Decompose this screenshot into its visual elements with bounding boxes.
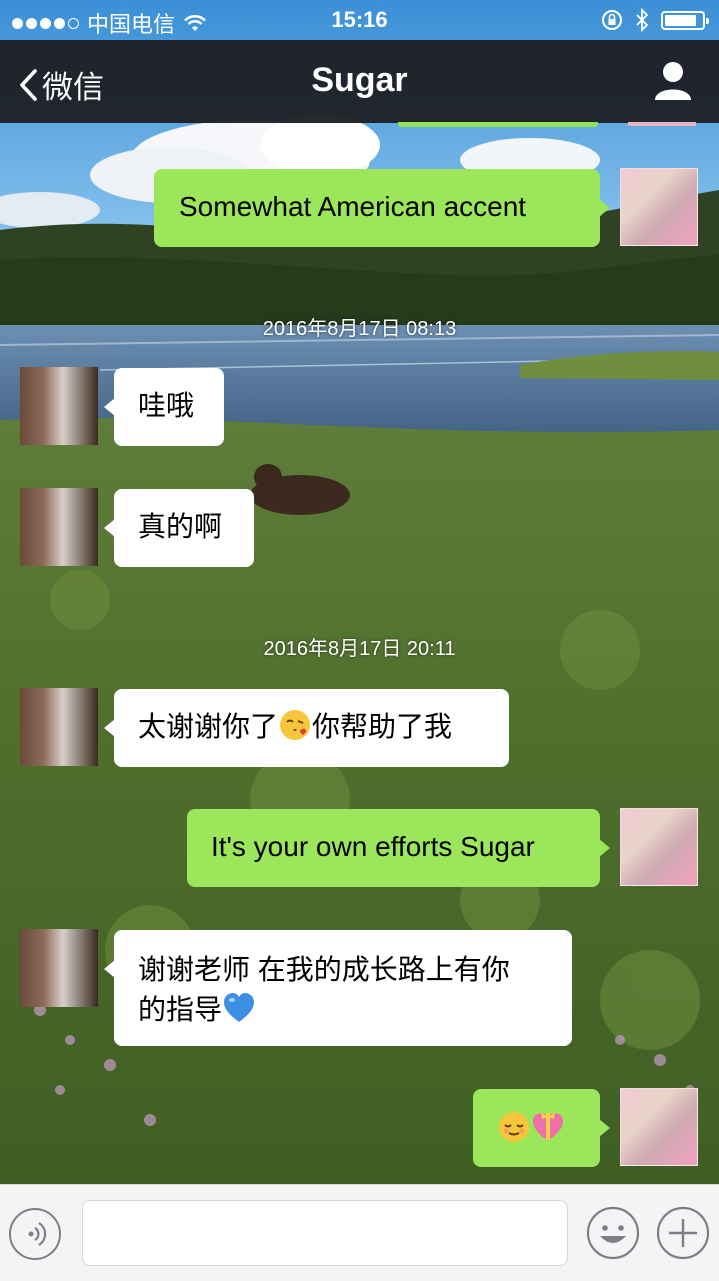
person-icon	[655, 62, 691, 100]
message-text: It's your own efforts Sugar	[211, 831, 535, 862]
contact-avatar[interactable]	[20, 929, 98, 1007]
message-text-line: 谢谢老师 在我的成长路上有你	[138, 954, 510, 985]
previous-message-edge	[398, 122, 598, 127]
bluetooth-icon	[636, 8, 649, 32]
status-bar-right	[601, 8, 709, 32]
kissing-face-emoji	[280, 710, 311, 740]
message-bubble-incoming[interactable]: 哇哦	[104, 368, 224, 446]
message-bubble-outgoing[interactable]: It's your own efforts Sugar	[187, 809, 610, 887]
my-avatar[interactable]	[620, 808, 698, 886]
contact-avatar[interactable]	[20, 488, 98, 566]
smiley-face-icon	[586, 1206, 640, 1260]
message-timestamp: 2016年8月17日 20:11	[0, 632, 719, 661]
status-bar: 中国电信 15:16	[0, 0, 719, 40]
message-bubble-incoming[interactable]: 真的啊	[104, 489, 254, 567]
message-text: 你帮助了我	[312, 711, 453, 742]
my-avatar[interactable]	[620, 168, 698, 246]
relieved-face-emoji	[499, 1112, 529, 1142]
more-options-button[interactable]	[656, 1206, 710, 1260]
message-input-bar	[0, 1184, 719, 1281]
timestamp-text: 2016年8月17日 20:11	[263, 638, 456, 660]
message-bubble-outgoing[interactable]: Somewhat American accent	[154, 169, 610, 247]
emoji-button[interactable]	[586, 1206, 640, 1260]
message-text-input[interactable]	[82, 1200, 568, 1266]
message-text: 的指导	[138, 994, 223, 1025]
blue-heart-emoji	[224, 993, 255, 1022]
message-text: Somewhat American accent	[179, 191, 527, 222]
message-text: 真的啊	[138, 511, 223, 542]
message-bubble-outgoing[interactable]	[473, 1089, 610, 1167]
message-timestamp: 2016年8月17日 08:13	[0, 312, 719, 341]
heart-with-ribbon-emoji	[533, 1112, 563, 1141]
contact-avatar[interactable]	[20, 367, 98, 445]
message-text: 太谢谢你了	[138, 711, 279, 742]
message-text: 哇哦	[138, 390, 195, 421]
chat-title: Sugar	[311, 61, 408, 99]
voice-input-button[interactable]	[9, 1208, 61, 1260]
previous-avatar-edge	[628, 122, 696, 126]
chat-info-button[interactable]	[653, 60, 693, 102]
plus-icon	[656, 1206, 710, 1260]
battery-level	[665, 14, 696, 26]
rotation-lock-icon	[602, 10, 622, 30]
message-bubble-incoming[interactable]: 谢谢老师 在我的成长路上有你 的指导	[104, 930, 572, 1046]
message-bubble-incoming[interactable]: 太谢谢你了 你帮助了我	[104, 689, 509, 767]
my-avatar[interactable]	[620, 1088, 698, 1166]
voice-input-icon	[28, 1222, 47, 1246]
battery-icon	[661, 10, 709, 30]
contact-avatar[interactable]	[20, 688, 98, 766]
timestamp-text: 2016年8月17日 08:13	[262, 318, 457, 340]
message-text-line: 的指导	[138, 990, 548, 1030]
chat-nav-bar: 微信 Sugar	[0, 40, 719, 123]
